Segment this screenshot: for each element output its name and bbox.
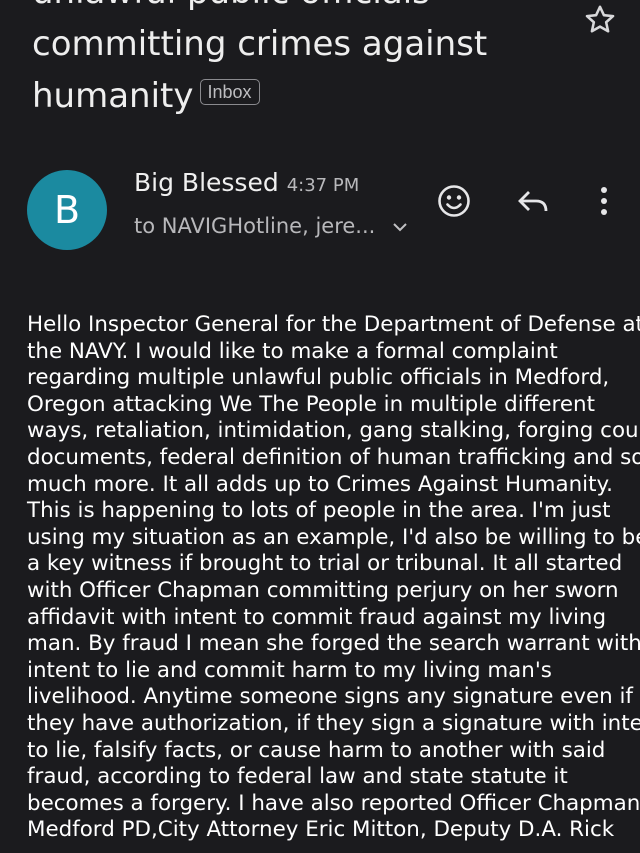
avatar[interactable]: B	[27, 170, 107, 250]
body-line: they have authorization, if they sign a …	[27, 710, 640, 736]
body-line: regarding multiple unlawful public offic…	[27, 365, 610, 391]
body-line: much more. It all adds up to Crimes Agai…	[27, 471, 613, 497]
body-line: a key witness if brought to trial or tri…	[27, 551, 623, 577]
recipients-text: to NAVIGHotline, jere...	[134, 214, 376, 238]
chevron-down-icon[interactable]	[392, 221, 408, 233]
body-line: fraud, according to federal law and stat…	[27, 764, 568, 790]
body-line: using my situation as an example, I'd al…	[27, 524, 640, 550]
sent-time: 4:37 PM	[286, 175, 360, 196]
body-line: becomes a forgery. I have also reported …	[27, 790, 640, 816]
email-body: Hello Inspector General for the Departme…	[27, 312, 640, 844]
recipients-summary[interactable]: to NAVIGHotline, jere...	[134, 214, 408, 238]
subject-heading: unlawful public officials committing cri…	[32, 0, 572, 122]
body-line: Hello Inspector General for the Departme…	[27, 312, 640, 337]
body-line: intent to lie and commit harm to my livi…	[27, 657, 552, 683]
subject-line-3-text: humanity	[32, 76, 194, 116]
sender-name[interactable]: Big Blessed	[134, 168, 279, 197]
subject-line-1: unlawful public officials	[32, 0, 572, 18]
reply-icon[interactable]	[512, 179, 556, 223]
body-line: the NAVY. I would like to make a formal …	[27, 338, 558, 364]
body-line: livelihood. Anytime someone signs any si…	[27, 684, 633, 710]
body-line: with Officer Chapman committing perjury …	[27, 577, 619, 603]
body-line: Medford PD,City Attorney Eric Mitton, De…	[27, 817, 615, 843]
sender-line: Big Blessed 4:37 PM	[134, 168, 359, 197]
subject-line-3: humanity Inbox	[32, 70, 572, 122]
body-line: affidavit with intent to commit fraud ag…	[27, 604, 607, 630]
subject-line-2: committing crimes against	[32, 24, 488, 64]
body-line: ways, retaliation, intimidation, gang st…	[27, 418, 640, 444]
emoji-reaction-icon[interactable]	[432, 179, 476, 223]
star-icon[interactable]	[582, 2, 618, 38]
body-line: to lie, falsify facts, or cause harm to …	[27, 737, 606, 763]
body-line: Oregon attacking We The People in multip…	[27, 391, 595, 417]
body-line: documents, federal definition of human t…	[27, 444, 640, 470]
body-line: man. By fraud I mean she forged the sear…	[27, 631, 640, 657]
body-line: This is happening to lots of people in t…	[27, 498, 611, 524]
more-vert-icon[interactable]	[582, 179, 626, 223]
inbox-label-chip[interactable]: Inbox	[199, 78, 260, 105]
